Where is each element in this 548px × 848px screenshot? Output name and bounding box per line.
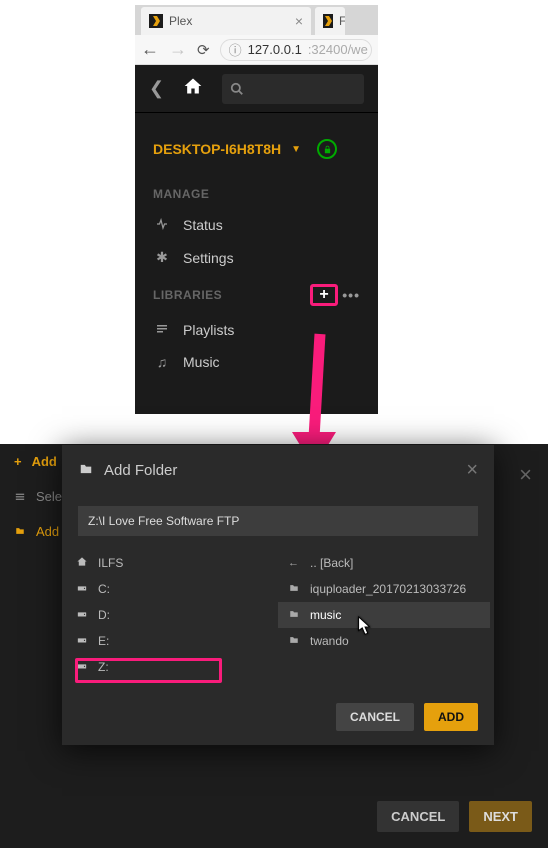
drive-label: ILFS xyxy=(98,556,123,570)
drive-list: ILFS C: D: E: Z: xyxy=(66,550,278,689)
drive-label: C: xyxy=(98,582,110,596)
browser-window: Plex × F ← → ⟳ ⓘ 127.0.0.1 :32400/we xyxy=(135,5,378,65)
more-icon[interactable]: ••• xyxy=(342,287,360,303)
nav-settings[interactable]: ✱ Settings xyxy=(135,241,378,274)
plex-favicon xyxy=(323,14,333,28)
plus-icon: + xyxy=(14,454,22,469)
site-info-icon[interactable]: ⓘ xyxy=(229,40,242,59)
folder-label: twando xyxy=(310,634,349,648)
drive-item[interactable]: Z: xyxy=(66,654,278,680)
chevron-down-icon: ▼ xyxy=(291,144,301,155)
folder-icon xyxy=(288,583,302,596)
folder-item[interactable]: music xyxy=(278,602,490,628)
close-icon[interactable]: × xyxy=(519,462,532,488)
folder-item[interactable]: twando xyxy=(278,628,490,654)
nav-playlists[interactable]: Playlists xyxy=(135,314,378,346)
activity-icon xyxy=(153,217,171,233)
backdrop-footer: CANCEL NEXT xyxy=(377,801,532,832)
nav-item-label: Playlists xyxy=(183,322,234,338)
plex-sidebar: ❮ DESKTOP-I6H8T8H ▼ MANAGE Status ✱ Sett… xyxy=(135,65,378,414)
search-icon xyxy=(230,82,244,96)
drive-label: D: xyxy=(98,608,110,622)
tab-close-icon[interactable]: × xyxy=(295,13,303,29)
folder-label: music xyxy=(310,608,341,622)
secure-lock-icon xyxy=(317,139,337,159)
home-location[interactable]: ILFS xyxy=(66,550,278,576)
cancel-button[interactable]: CANCEL xyxy=(336,703,414,731)
browser-tab-secondary[interactable]: F xyxy=(315,7,345,35)
top-bar: ❮ xyxy=(135,65,378,113)
drive-item[interactable]: C: xyxy=(66,576,278,602)
path-input[interactable]: Z:\I Love Free Software FTP xyxy=(78,506,478,536)
modal-footer: CANCEL ADD xyxy=(62,689,494,745)
nav-forward-icon: → xyxy=(169,39,187,60)
tab-strip: Plex × F xyxy=(135,5,378,35)
folder-label: iquploader_20170213033726 xyxy=(310,582,466,596)
tab-title: Plex xyxy=(169,14,289,28)
home-icon xyxy=(76,556,90,570)
section-libraries: LIBRARIES + ••• xyxy=(135,274,378,314)
folder-icon xyxy=(78,462,94,480)
nav-music[interactable]: ♫ Music xyxy=(135,346,378,378)
next-button[interactable]: NEXT xyxy=(469,801,532,832)
playlist-icon xyxy=(153,322,171,338)
list-icon xyxy=(14,492,26,502)
address-bar: ← → ⟳ ⓘ 127.0.0.1 :32400/we xyxy=(135,35,378,65)
home-icon[interactable] xyxy=(182,76,204,102)
folder-browser: ILFS C: D: E: Z: ← .. [Back] iquploader_201702… xyxy=(62,550,494,689)
drive-icon xyxy=(76,583,90,596)
url-field[interactable]: ⓘ 127.0.0.1 :32400/we xyxy=(220,39,372,61)
nav-item-label: Music xyxy=(183,354,220,370)
plus-icon: + xyxy=(310,284,338,306)
music-icon: ♫ xyxy=(153,354,171,370)
drive-icon xyxy=(76,609,90,622)
nav-status[interactable]: Status xyxy=(135,209,378,241)
drive-label: E: xyxy=(98,634,109,648)
folder-icon xyxy=(14,524,26,539)
add-folder-modal: Add Folder × Z:\I Love Free Software FTP… xyxy=(62,445,494,745)
section-libraries-label: LIBRARIES xyxy=(153,288,222,302)
drive-item[interactable]: D: xyxy=(66,602,278,628)
drive-item[interactable]: E: xyxy=(66,628,278,654)
server-selector[interactable]: DESKTOP-I6H8T8H ▼ xyxy=(135,113,378,177)
add-library-button[interactable]: + xyxy=(310,284,338,306)
close-icon[interactable]: × xyxy=(466,459,478,482)
drive-icon xyxy=(76,661,90,674)
cancel-button[interactable]: CANCEL xyxy=(377,801,459,832)
back-icon[interactable]: ❮ xyxy=(149,78,164,99)
folder-icon xyxy=(288,609,302,622)
modal-title: Add Folder xyxy=(104,462,177,479)
reload-icon[interactable]: ⟳ xyxy=(197,41,210,59)
folder-item[interactable]: iquploader_20170213033726 xyxy=(278,576,490,602)
search-input[interactable] xyxy=(222,74,364,104)
nav-back-icon[interactable]: ← xyxy=(141,39,159,60)
back-item[interactable]: ← .. [Back] xyxy=(278,550,490,576)
server-name: DESKTOP-I6H8T8H xyxy=(153,141,281,157)
plex-favicon xyxy=(149,14,163,28)
back-icon: ← xyxy=(288,557,302,569)
nav-item-label: Settings xyxy=(183,250,234,266)
folder-label: .. [Back] xyxy=(310,556,353,570)
folder-icon xyxy=(288,635,302,648)
gear-icon: ✱ xyxy=(153,249,171,266)
browser-tab-active[interactable]: Plex × xyxy=(141,7,311,35)
add-button[interactable]: ADD xyxy=(424,703,478,731)
url-path: :32400/we xyxy=(308,42,368,57)
folder-list: ← .. [Back] iquploader_20170213033726music… xyxy=(278,550,490,689)
url-host: 127.0.0.1 xyxy=(248,42,302,57)
drive-label: Z: xyxy=(98,660,109,674)
section-manage-label: MANAGE xyxy=(135,177,378,209)
modal-header: Add Folder × xyxy=(62,445,494,496)
nav-item-label: Status xyxy=(183,217,223,233)
drive-icon xyxy=(76,635,90,648)
